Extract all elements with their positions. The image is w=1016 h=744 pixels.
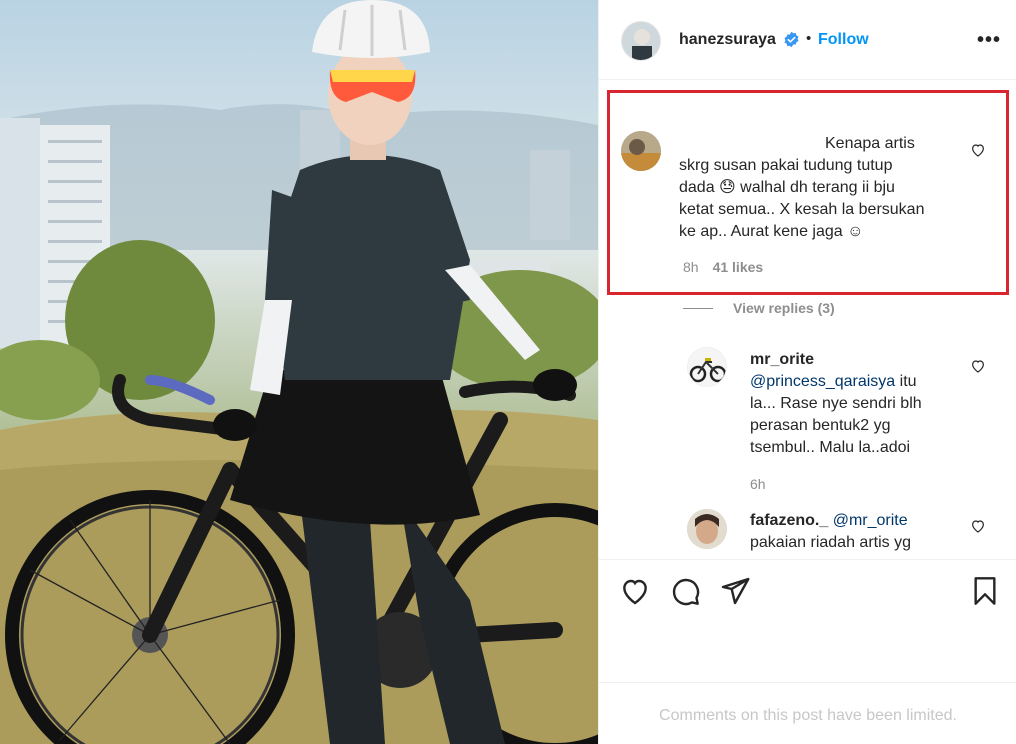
post-photo[interactable] xyxy=(0,0,598,744)
post-image-illustration xyxy=(0,0,598,744)
reply-text: mr_orite @princess_qaraisya itu la... Ra… xyxy=(750,349,1000,459)
reply-line: tsembul.. Malu la..adoi xyxy=(750,439,911,456)
heart-icon[interactable] xyxy=(970,358,986,374)
commenter-avatar[interactable] xyxy=(621,131,661,171)
more-options-icon[interactable]: ••• xyxy=(977,30,1001,50)
view-replies-button[interactable]: View replies (3) xyxy=(683,300,835,316)
post-actions-bar xyxy=(599,559,1016,623)
comments-limited-notice: Comments on this post have been limited. xyxy=(599,682,1016,744)
comment-item: Kenapa artis skrg susan pakai tudung tut… xyxy=(599,81,1016,291)
heart-icon[interactable] xyxy=(619,575,651,607)
comment-meta: 8h 41 likes xyxy=(683,259,763,275)
heart-icon[interactable] xyxy=(970,518,986,534)
header-separator: • xyxy=(806,30,812,47)
comment-likes[interactable]: 41 likes xyxy=(713,259,764,275)
post-header: hanezsuraya • Follow ••• xyxy=(599,0,1016,80)
reply-line: pakaian riadah artis yg xyxy=(750,534,911,551)
replier-avatar[interactable] xyxy=(687,509,727,549)
reply-text: fafazeno._ @mr_orite pakaian riadah arti… xyxy=(750,510,1000,554)
replier-username[interactable]: fafazeno._ xyxy=(750,512,828,529)
avatar-image xyxy=(621,131,661,171)
verified-badge-icon xyxy=(784,31,799,48)
comment-line: Kenapa artis xyxy=(825,135,915,152)
reply-line: itu xyxy=(899,373,917,390)
view-replies-label: View replies (3) xyxy=(733,300,835,316)
replier-avatar[interactable] xyxy=(687,347,727,387)
comment-text: Kenapa artis skrg susan pakai tudung tut… xyxy=(679,133,979,243)
replier-username[interactable]: mr_orite xyxy=(750,351,814,368)
replies-divider xyxy=(683,307,713,309)
bicycle-avatar-icon xyxy=(688,348,726,386)
reply-mention[interactable]: @princess_qaraisya xyxy=(750,373,895,390)
comment-line: skrg susan pakai tudung tutup xyxy=(679,157,893,174)
reply-line: la... Rase nye sendri blh xyxy=(750,395,922,412)
comment-time[interactable]: 8h xyxy=(683,259,699,275)
paper-plane-icon[interactable] xyxy=(719,575,751,607)
author-avatar[interactable] xyxy=(621,21,661,61)
follow-button[interactable]: Follow xyxy=(818,31,869,49)
reply-item: mr_orite @princess_qaraisya itu la... Ra… xyxy=(599,341,1016,501)
post-sidebar: hanezsuraya • Follow ••• Kenapa artis sk… xyxy=(598,0,1016,744)
reply-line: perasan bentuk2 yg xyxy=(750,417,891,434)
comments-list[interactable]: Kenapa artis skrg susan pakai tudung tut… xyxy=(599,81,1016,559)
bookmark-icon[interactable] xyxy=(969,575,1001,607)
reply-meta: 6h xyxy=(750,476,766,492)
reply-item: fafazeno._ @mr_orite pakaian riadah arti… xyxy=(599,506,1016,559)
author-username[interactable]: hanezsuraya xyxy=(679,31,776,49)
comment-line: ketat semua.. X kesah la bersukan xyxy=(679,201,925,218)
comment-line: ke ap.. Aurat kene jaga ☺ xyxy=(679,223,864,240)
avatar-image xyxy=(622,22,660,60)
comment-line: dada 😓 walhal dh terang ii bju xyxy=(679,179,895,196)
reply-time[interactable]: 6h xyxy=(750,476,766,492)
reply-mention[interactable]: @mr_orite xyxy=(833,512,908,529)
heart-icon[interactable] xyxy=(970,142,986,158)
comment-icon[interactable] xyxy=(669,575,701,607)
avatar-image xyxy=(687,509,727,549)
